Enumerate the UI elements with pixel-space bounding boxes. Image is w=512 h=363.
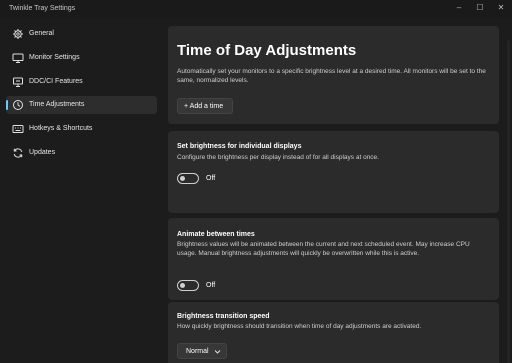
maximize-button[interactable]: ☐	[475, 3, 485, 13]
title-bar: Twinkle Tray Settings – ☐ ✕	[0, 0, 512, 18]
sidebar-item-label: Updates	[29, 149, 56, 156]
add-time-button[interactable]: + Add a time	[177, 98, 233, 114]
sidebar-item-monitor-settings[interactable]: Monitor Settings	[6, 49, 157, 67]
close-button[interactable]: ✕	[496, 3, 506, 13]
sidebar-item-ddc-ci[interactable]: DDC/CI Features	[6, 73, 157, 91]
individual-displays-title: Set brightness for individual displays	[177, 143, 302, 150]
sidebar-item-hotkeys[interactable]: Hotkeys & Shortcuts	[6, 120, 157, 138]
sidebar-item-updates[interactable]: Updates	[6, 144, 157, 162]
animate-toggle[interactable]	[177, 280, 199, 291]
transition-speed-title: Brightness transition speed	[177, 313, 270, 320]
individual-displays-toggle[interactable]	[177, 173, 199, 184]
monitor-icon	[12, 52, 24, 64]
animate-card: Animate between times Brightness values …	[168, 218, 499, 300]
main-scrollbar[interactable]	[507, 40, 510, 363]
keyboard-icon	[12, 123, 24, 135]
time-adjustments-header-card: Time of Day Adjustments Automatically se…	[168, 26, 499, 124]
sidebar-item-label: DDC/CI Features	[29, 78, 83, 85]
sidebar-item-label: Time Adjustments	[29, 101, 85, 108]
chevron-down-icon	[214, 348, 221, 355]
transition-speed-value: Normal	[186, 348, 209, 355]
individual-displays-description: Configure the brightness per display ins…	[177, 154, 379, 161]
transition-speed-select[interactable]: Normal	[177, 343, 227, 359]
sidebar-item-label: Monitor Settings	[29, 54, 80, 61]
add-time-button-label: + Add a time	[184, 103, 224, 110]
clock-icon	[12, 99, 24, 111]
transition-speed-description: How quickly brightness should transition…	[177, 323, 422, 330]
refresh-icon	[12, 147, 24, 159]
animate-toggle-state: Off	[206, 282, 216, 289]
gear-icon	[12, 28, 24, 40]
sidebar-item-general[interactable]: General	[6, 25, 157, 43]
ddc-icon	[12, 76, 24, 88]
animate-description: Brightness values will be animated betwe…	[177, 241, 470, 257]
page-title: Time of Day Adjustments	[177, 42, 357, 59]
minimize-button[interactable]: –	[454, 3, 464, 13]
sidebar-footer-mark	[12, 336, 22, 346]
app-title: Twinkle Tray Settings	[9, 5, 76, 12]
main-content: Time of Day Adjustments Automatically se…	[163, 18, 512, 363]
page-description: Automatically set your monitors to a spe…	[177, 68, 486, 84]
sidebar-item-time-adjustments[interactable]: Time Adjustments	[6, 96, 157, 114]
animate-title: Animate between times	[177, 231, 255, 238]
transition-speed-card: Brightness transition speed How quickly …	[168, 302, 499, 363]
sidebar: General Monitor Settings DDC/CI Features…	[0, 18, 163, 363]
sidebar-item-label: Hotkeys & Shortcuts	[29, 125, 93, 132]
individual-displays-toggle-state: Off	[206, 175, 216, 182]
individual-displays-card: Set brightness for individual displays C…	[168, 131, 499, 213]
sidebar-item-label: General	[29, 30, 54, 37]
